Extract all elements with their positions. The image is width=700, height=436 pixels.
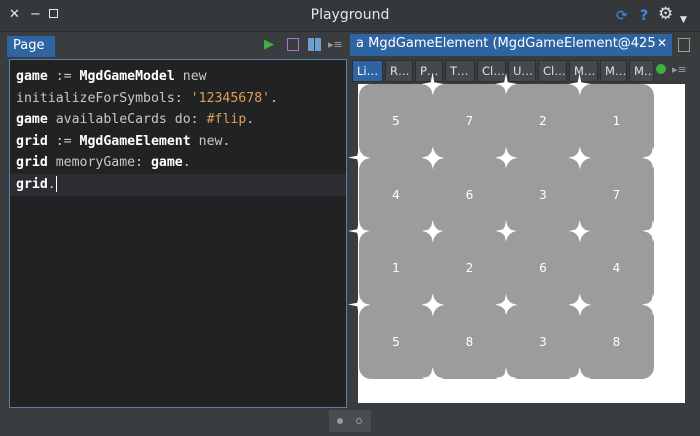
card-symbol: 8 [465,334,474,349]
sparkle-icon [569,294,591,316]
sparkle-icon [348,294,370,316]
dot-icon [337,418,343,424]
card-symbol: 4 [612,261,621,275]
help-icon[interactable]: ? [640,8,648,24]
sparkle-icon [495,367,517,389]
card-symbol: 1 [612,114,621,128]
code-token: game [16,69,48,84]
code-content[interactable]: game := MgdGameModel new initializeForSym… [10,66,346,196]
code-token: grid [16,155,48,171]
code-line[interactable]: initializeForSymbols: '12345678'. [16,88,340,110]
sparkle-icon [569,367,591,389]
inspector-tab[interactable]: R… [385,60,413,82]
menu-lines-icon[interactable]: ▸≡ [672,63,687,76]
window-title: Playground [310,7,390,23]
tab-inspector[interactable]: a MgdGameElement (MgdGameElement@425 ✕ [350,34,672,56]
code-token: game [16,112,48,128]
code-token: grid [16,133,48,149]
sparkle-icon [642,147,664,169]
left-tab-bar: Page ▶ ▸≡ [0,33,350,57]
chevron-down-icon[interactable]: ▼ [680,12,687,28]
memory-card[interactable]: 8 [579,304,654,379]
play-icon[interactable]: ▶ [264,37,274,53]
code-token: game [150,155,183,171]
code-token: memoryGame: [47,155,151,171]
sparkle-icon [642,220,664,242]
sparkle-icon [348,220,370,242]
code-token: #flip [206,112,247,128]
columns-icon[interactable] [308,38,321,51]
code-line[interactable]: game availableCards do: #flip. [16,109,340,131]
inspector-tab-label: a MgdGameElement (MgdGameElement@425 [356,36,656,51]
code-token: MgdGameElement [79,133,191,149]
inspector-tab[interactable]: Li… [352,60,383,82]
sparkle-icon [495,147,517,169]
inspector-view-tabs: Li… R… P… T… Cl… U… Cl… M… M… M… [352,60,688,82]
code-line[interactable]: grid := MgdGameElement new. [16,131,340,153]
sparkle-icon [422,147,444,169]
code-token: := [47,69,80,84]
code-token: new. [190,133,231,149]
inspector-tab[interactable]: T… [445,60,475,82]
title-bar: ✕ − Playground ⟳ ? ⚙ ▼ [0,0,700,32]
code-line[interactable]: grid. [10,173,346,196]
new-tab-icon[interactable] [678,38,690,52]
sparkle-icon [422,367,444,389]
sparkle-icon [422,294,444,316]
inspector-tab[interactable]: M… [629,60,654,82]
code-token: . [182,155,191,171]
inspector-tab[interactable]: Cl… [538,60,567,82]
code-token: grid [16,176,48,192]
gear-icon[interactable]: ⚙ [658,6,673,23]
card-symbol: 5 [392,114,400,128]
sparkle-icon [495,73,517,95]
menu-lines-icon[interactable]: ▸≡ [328,37,343,53]
status-dot-icon [656,64,666,74]
code-token: := [47,133,80,149]
sparkle-icon [422,220,444,242]
sparkle-icon [348,147,370,169]
card-symbol: 3 [539,187,547,202]
card-symbol: 3 [539,334,547,349]
card-symbol: 6 [465,187,474,202]
sparkle-icon [495,220,517,242]
code-token: . [47,176,56,192]
code-token: initializeForSymbols: [16,90,191,106]
card-symbol: 4 [392,187,400,202]
code-token: . [246,112,255,128]
code-editor[interactable]: game := MgdGameModel new initializeForSym… [9,59,347,408]
card-symbol: 5 [392,334,400,349]
sparkle-icon [422,73,444,95]
sparkle-icon [495,294,517,316]
code-token: . [270,90,279,106]
card-symbol: 7 [612,187,621,202]
code-token: MgdGameModel [79,69,175,84]
sparkle-icon [569,220,591,242]
inspector-tab[interactable]: M… [600,60,627,82]
panel-toggle[interactable] [329,410,371,432]
save-icon[interactable] [287,38,299,51]
card-symbol: 8 [612,334,621,349]
game-canvas[interactable]: 5 7 2 1 4 6 3 7 1 2 6 4 5 8 3 8 [358,84,685,403]
code-line[interactable]: grid memoryGame: game. [16,152,340,174]
sparkle-icon [569,73,591,95]
card-symbol: 2 [539,114,547,128]
sparkle-icon [569,147,591,169]
card-symbol: 2 [465,261,474,275]
code-line[interactable]: game := MgdGameModel new [16,66,340,88]
code-token: availableCards do: [47,112,207,128]
tab-page[interactable]: Page [7,36,55,57]
refresh-icon[interactable]: ⟳ [616,8,628,24]
code-token: new [174,69,207,84]
code-token: '12345678' [190,90,271,106]
card-symbol: 1 [392,261,400,275]
close-icon[interactable]: ✕ [657,36,667,50]
dot-icon [356,418,362,424]
card-symbol: 7 [465,114,474,128]
text-caret [55,175,57,192]
sparkle-icon [642,294,664,316]
card-symbol: 6 [539,261,547,275]
